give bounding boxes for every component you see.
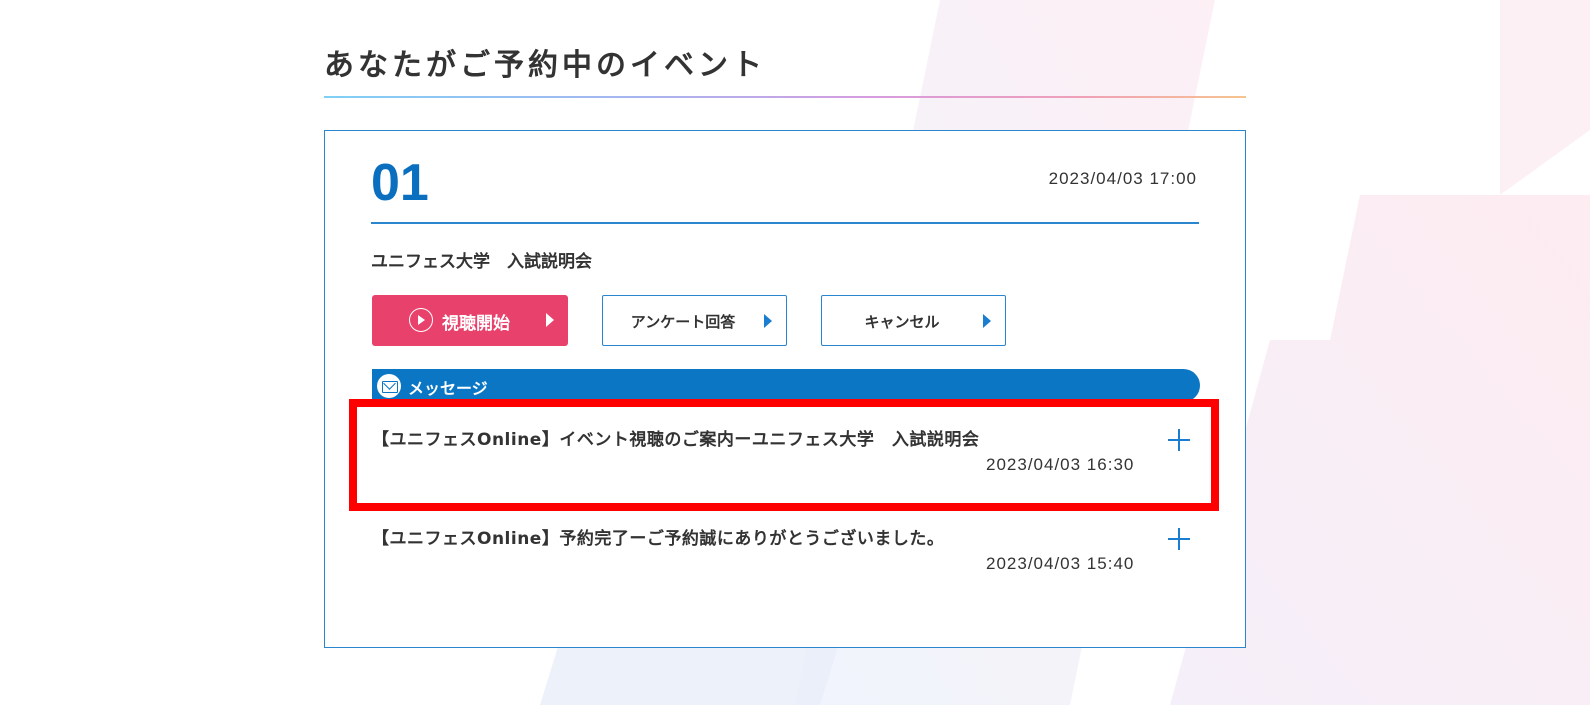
cancel-button[interactable]: キャンセル (821, 295, 1006, 346)
message-header-title: メッセージ (408, 379, 488, 398)
message-item[interactable]: 【ユニフェスOnline】イベント視聴のご案内ーユニフェス大学 入試説明会 20… (372, 427, 1200, 487)
message-header: メッセージ (372, 369, 1200, 402)
survey-answer-button[interactable]: アンケート回答 (602, 295, 787, 346)
message-date: 2023/04/03 16:30 (986, 455, 1135, 474)
event-number: 01 (371, 154, 429, 212)
message-date: 2023/04/03 15:40 (986, 554, 1135, 573)
caret-right-icon (764, 314, 772, 328)
play-circle-icon (409, 308, 433, 332)
event-name: ユニフェス大学 入試説明会 (371, 252, 592, 272)
cancel-label: キャンセル (864, 313, 940, 331)
caret-right-icon (983, 314, 991, 328)
event-card: 01 2023/04/03 17:00 ユニフェス大学 入試説明会 視聴開始 ア… (324, 130, 1246, 648)
title-underline (324, 96, 1246, 98)
caret-right-icon (546, 313, 554, 327)
mail-icon (377, 374, 401, 398)
message-subject: 【ユニフェスOnline】予約完了ーご予約誠にありがとうございました。 (372, 529, 945, 549)
plus-icon[interactable] (1168, 528, 1190, 550)
watch-start-label: 視聴開始 (442, 314, 510, 334)
plus-icon[interactable] (1168, 429, 1190, 451)
watch-start-button[interactable]: 視聴開始 (372, 295, 568, 346)
survey-answer-label: アンケート回答 (630, 313, 736, 331)
event-divider (371, 222, 1199, 224)
message-subject: 【ユニフェスOnline】イベント視聴のご案内ーユニフェス大学 入試説明会 (372, 430, 980, 450)
page-title: あなたがご予約中のイベント (324, 48, 766, 83)
event-datetime: 2023/04/03 17:00 (1048, 169, 1197, 188)
message-item[interactable]: 【ユニフェスOnline】予約完了ーご予約誠にありがとうございました。 2023… (372, 526, 1200, 586)
